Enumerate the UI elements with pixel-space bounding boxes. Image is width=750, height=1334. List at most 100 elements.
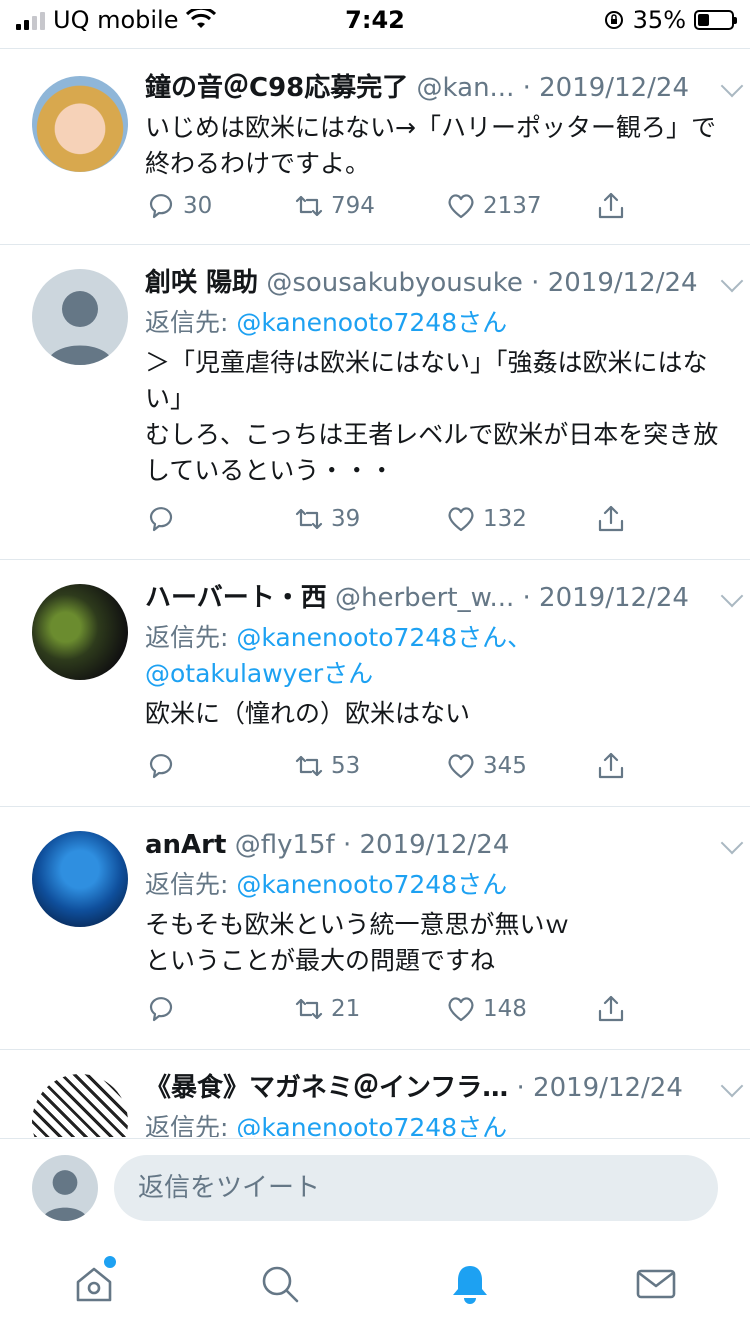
messages-icon xyxy=(636,1269,676,1299)
tab-messages[interactable] xyxy=(626,1254,686,1314)
retweet-icon xyxy=(295,998,323,1020)
notification-dot xyxy=(102,1254,118,1270)
display-name[interactable]: 鐘の音＠C98応募完了 xyxy=(145,73,408,103)
share-button[interactable] xyxy=(595,503,627,535)
retweet-count: 39 xyxy=(331,506,361,532)
tab-search[interactable] xyxy=(250,1254,310,1314)
tab-bar xyxy=(0,1234,750,1334)
user-handle: @kan... xyxy=(416,73,515,103)
tweet-date: · 2019/12/24 xyxy=(342,830,510,860)
tweet-date: · 2019/12/24 xyxy=(522,73,689,103)
reply-composer: 返信をツイート xyxy=(0,1138,750,1235)
retweet-count: 53 xyxy=(331,753,361,779)
retweet-count: 21 xyxy=(331,996,361,1022)
heart-icon xyxy=(448,997,474,1022)
reply-button[interactable]: 30 xyxy=(145,190,212,222)
display-name[interactable]: ハーバート・西 xyxy=(145,583,327,613)
avatar[interactable] xyxy=(32,584,128,680)
reply-context: 返信先: @kanenooto7248さん xyxy=(145,305,730,341)
share-button[interactable] xyxy=(595,750,627,782)
share-icon xyxy=(598,505,624,532)
user-handle: @herbert_w... xyxy=(335,583,515,613)
retweet-icon xyxy=(295,195,323,217)
reply-context: 返信先: @kanenooto7248さん xyxy=(145,1110,730,1137)
avatar[interactable] xyxy=(32,1155,98,1221)
tweet-date: · 2019/12/24 xyxy=(531,268,698,298)
heart-icon xyxy=(448,194,474,219)
search-icon xyxy=(262,1266,299,1303)
like-count: 2137 xyxy=(483,193,542,219)
like-count: 345 xyxy=(483,753,527,779)
reply-button[interactable] xyxy=(145,993,183,1025)
like-button[interactable]: 2137 xyxy=(445,190,542,222)
mention-link[interactable]: @otakulawyerさん xyxy=(145,659,373,688)
avatar[interactable] xyxy=(32,831,128,927)
default-avatar-icon xyxy=(41,1170,89,1221)
reply-feed[interactable]: 鐘の音＠C98応募完了 @kan... · 2019/12/24 いじめは欧米に… xyxy=(0,50,750,1137)
share-icon xyxy=(598,995,624,1022)
tab-home[interactable] xyxy=(64,1254,124,1314)
like-button[interactable]: 345 xyxy=(445,750,527,782)
reply-prefix: 返信先: xyxy=(145,1113,237,1137)
tweet[interactable]: anArt @fly15f · 2019/12/24 返信先: @kanenoo… xyxy=(0,807,750,1050)
retweet-icon xyxy=(295,508,323,530)
heart-icon xyxy=(448,507,474,532)
tweet-text: 欧米に（憧れの）欧米はない xyxy=(145,699,471,728)
reply-button[interactable] xyxy=(145,750,183,782)
retweet-button[interactable]: 53 xyxy=(293,750,360,782)
tweet-actions: 30 794 2137 xyxy=(145,190,645,230)
reply-icon xyxy=(149,997,173,1022)
retweet-button[interactable]: 39 xyxy=(293,503,360,535)
tab-notifications[interactable] xyxy=(440,1254,500,1314)
display-name[interactable]: 《暴食》マガネミ＠インフラ… xyxy=(145,1073,508,1103)
retweet-button[interactable]: 794 xyxy=(293,190,375,222)
reply-button[interactable] xyxy=(145,503,183,535)
mention-link[interactable]: @kanenooto7248さん xyxy=(236,870,507,899)
user-handle: @fly15f xyxy=(234,830,335,860)
avatar[interactable] xyxy=(32,1074,128,1137)
tweet-date: · 2019/12/24 xyxy=(522,583,689,613)
tweet[interactable]: ハーバート・西 @herbert_w... · 2019/12/24 返信先: … xyxy=(0,560,750,807)
user-handle: @sousakubyousuke xyxy=(266,268,523,298)
default-avatar-icon xyxy=(46,291,114,365)
mention-link[interactable]: @kanenooto7248さん、 xyxy=(236,623,532,652)
share-icon xyxy=(598,752,624,779)
tweet[interactable]: 《暴食》マガネミ＠インフラ… · 2019/12/24 返信先: @kaneno… xyxy=(0,1050,750,1137)
tweet-actions: 39 132 xyxy=(145,503,645,543)
share-button[interactable] xyxy=(595,993,627,1025)
divider xyxy=(0,48,750,49)
share-button[interactable] xyxy=(595,190,627,222)
like-count: 132 xyxy=(483,506,527,532)
mention-link[interactable]: @kanenooto7248さん xyxy=(236,308,507,337)
retweet-button[interactable]: 21 xyxy=(293,993,360,1025)
like-button[interactable]: 132 xyxy=(445,503,527,535)
avatar[interactable] xyxy=(32,269,128,365)
tweet[interactable]: 創咲 陽助 @sousakubyousuke · 2019/12/24 返信先:… xyxy=(0,245,750,560)
reply-count: 30 xyxy=(183,193,213,219)
mention-link[interactable]: @kanenooto7248さん xyxy=(236,1113,507,1137)
reply-prefix: 返信先: xyxy=(145,623,237,652)
tweet-actions: 53 345 xyxy=(145,750,645,790)
like-count: 148 xyxy=(483,996,527,1022)
reply-icon xyxy=(149,507,173,532)
retweet-icon xyxy=(295,755,323,777)
tweet-text: ＞「児童虐待は欧米にはない」「強姦は欧米にはない」 むしろ、こっちは王者レベルで… xyxy=(145,348,719,485)
retweet-count: 794 xyxy=(331,193,375,219)
status-bar: UQ mobile 7:42 35% xyxy=(0,0,750,42)
reply-icon xyxy=(149,754,173,779)
tweet-date: · 2019/12/24 xyxy=(516,1073,683,1103)
avatar[interactable] xyxy=(32,76,128,172)
display-name[interactable]: 創咲 陽助 xyxy=(145,268,258,298)
reply-icon xyxy=(149,194,173,219)
notifications-icon xyxy=(453,1266,487,1304)
tweet-actions: 21 148 xyxy=(145,993,645,1033)
share-icon xyxy=(598,192,624,219)
like-button[interactable]: 148 xyxy=(445,993,527,1025)
battery-icon xyxy=(694,10,737,30)
battery-percent: 35% xyxy=(632,6,686,34)
reply-input[interactable]: 返信をツイート xyxy=(114,1155,718,1221)
tweet[interactable]: 鐘の音＠C98応募完了 @kan... · 2019/12/24 いじめは欧米に… xyxy=(0,50,750,245)
reply-context: 返信先: @kanenooto7248さん xyxy=(145,867,730,903)
reply-prefix: 返信先: xyxy=(145,308,237,337)
display-name[interactable]: anArt xyxy=(145,830,226,860)
